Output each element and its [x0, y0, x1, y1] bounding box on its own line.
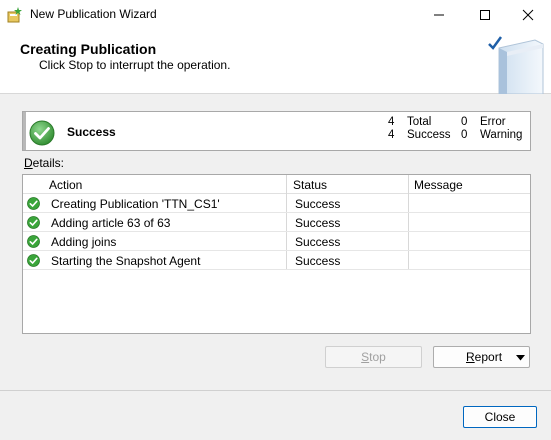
- close-button[interactable]: Close: [463, 406, 537, 428]
- warning-label: Warning: [480, 129, 523, 141]
- row-action: Starting the Snapshot Agent: [51, 254, 201, 268]
- report-mnemonic: R: [466, 350, 475, 364]
- row-status: Success: [295, 216, 341, 230]
- stop-mnemonic: S: [361, 350, 370, 364]
- total-count: 4: [388, 116, 395, 128]
- minimize-button[interactable]: [416, 0, 462, 30]
- table-row[interactable]: Starting the Snapshot Agent Success: [23, 251, 530, 270]
- success-check-icon: [27, 197, 40, 210]
- total-label: Total: [407, 116, 432, 128]
- row-status: Success: [295, 197, 341, 211]
- wizard-icon: [7, 7, 22, 23]
- dropdown-arrow-icon: [516, 355, 525, 361]
- report-button[interactable]: Report: [433, 346, 530, 368]
- report-label-rest: eport: [474, 350, 503, 364]
- stop-label-rest: top: [369, 350, 386, 364]
- row-action: Creating Publication 'TTN_CS1': [51, 197, 220, 211]
- close-icon: [522, 9, 534, 21]
- error-label: Error: [480, 116, 506, 128]
- success-check-icon: [27, 216, 40, 229]
- overall-status: Success: [67, 125, 116, 139]
- close-window-button[interactable]: [505, 0, 551, 30]
- minimize-icon: [434, 14, 444, 16]
- column-header-status[interactable]: Status: [293, 178, 327, 192]
- window-title: New Publication Wizard: [30, 7, 157, 21]
- page-subtitle: Click Stop to interrupt the operation.: [39, 58, 231, 72]
- wizard-header: Creating Publication Click Stop to inter…: [0, 30, 551, 94]
- table-row[interactable]: Adding article 63 of 63 Success: [23, 213, 530, 232]
- table-row[interactable]: Adding joins Success: [23, 232, 530, 251]
- table-row[interactable]: Creating Publication 'TTN_CS1' Success: [23, 194, 530, 213]
- success-check-icon: [27, 254, 40, 267]
- title-bar: New Publication Wizard: [0, 0, 551, 30]
- grid-header: Action Status Message: [23, 175, 530, 194]
- success-check-icon: [27, 235, 40, 248]
- column-header-action[interactable]: Action: [49, 178, 82, 192]
- success-label: Success: [407, 129, 451, 141]
- row-status: Success: [295, 254, 341, 268]
- warning-count: 0: [461, 129, 468, 141]
- publication-book-icon: [488, 36, 544, 94]
- success-count: 4: [388, 129, 395, 141]
- footer-divider: [0, 390, 551, 391]
- success-check-icon: [29, 120, 55, 146]
- row-action: Adding joins: [51, 235, 117, 249]
- details-label-mnemonic: D: [24, 156, 33, 170]
- details-label: Details:: [24, 156, 64, 170]
- details-grid[interactable]: Action Status Message Creating Publicati…: [22, 174, 531, 334]
- status-summary-edge: [23, 112, 26, 150]
- maximize-button[interactable]: [462, 0, 508, 30]
- stop-button[interactable]: Stop: [325, 346, 422, 368]
- status-summary: Success 4 Total 4 Success 0 Error 0 Warn…: [22, 111, 531, 151]
- error-count: 0: [461, 116, 468, 128]
- row-action: Adding article 63 of 63: [51, 216, 171, 230]
- column-header-message[interactable]: Message: [414, 178, 463, 192]
- report-label: Report: [466, 347, 502, 367]
- maximize-icon: [480, 10, 490, 20]
- details-label-rest: etails:: [32, 156, 65, 170]
- row-status: Success: [295, 235, 341, 249]
- page-title: Creating Publication: [20, 41, 157, 57]
